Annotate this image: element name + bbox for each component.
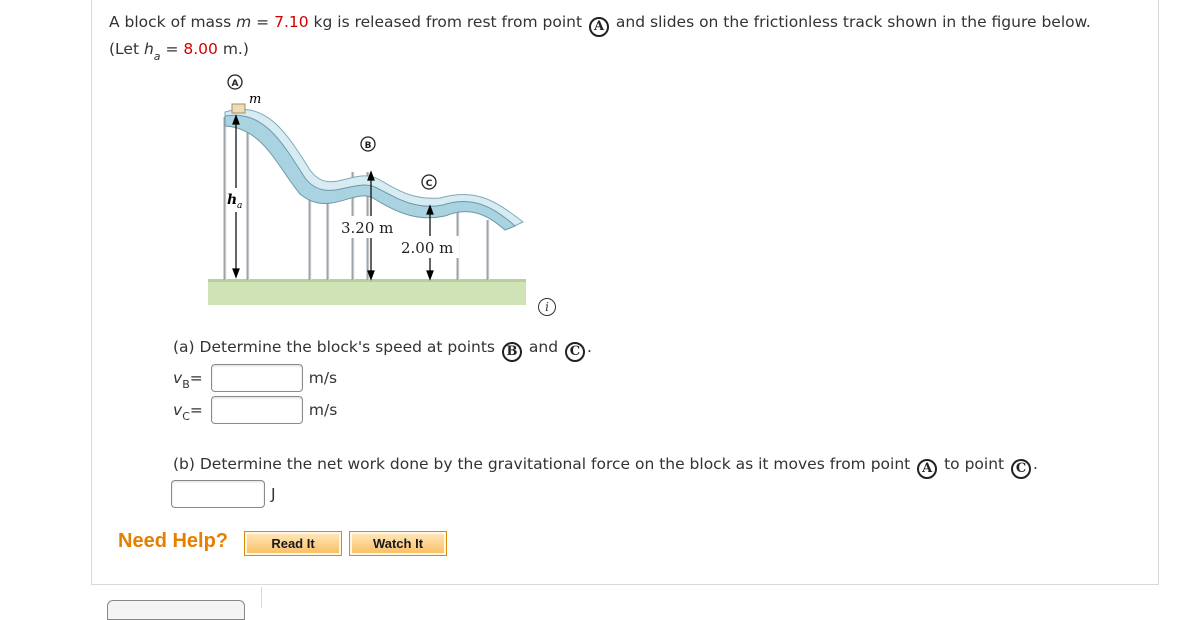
point-c-badge: C [564,342,585,362]
read-it-button[interactable]: Read It [244,531,342,556]
vc-subscript: C [182,409,190,423]
problem-text-segment: (Let [109,40,144,58]
need-help-label: Need Help? [118,530,229,552]
vb-subscript: B [182,377,190,391]
problem-text-segment: m.) [217,40,249,58]
problem-text-segment: kg is released from rest from point [308,13,587,31]
mass-value: 7.10 [274,13,309,31]
problem-statement: A block of mass m = 7.10 kg is released … [109,10,1149,63]
question-text-segment: and [523,338,563,356]
part-b-question: (b) Determine the net work done by the g… [173,455,1038,479]
problem-line-2: (Let ha = 8.00 m.) [109,37,1149,63]
point-c-badge: C [1011,459,1032,479]
height-subscript: a [153,50,161,63]
question-text-segment: (b) Determine the net work done by the g… [173,455,916,473]
vb-unit: m/s [308,369,338,387]
info-icon[interactable]: i [538,298,556,316]
vb-answer-row: vB = m/s [173,364,337,392]
work-unit: J [271,485,276,503]
figure-label-c: C [426,179,433,189]
part-a-question: (a) Determine the block's speed at point… [173,338,592,362]
problem-line-1: A block of mass m = 7.10 kg is released … [109,10,1149,37]
ground [208,281,526,305]
equals-sign: = [251,13,275,31]
submit-answer-button[interactable] [107,600,245,620]
divider [261,587,262,608]
point-a-badge: A [588,17,609,37]
track-front-surface [224,114,516,231]
equals-sign: = [189,401,203,419]
point-a-badge: A [917,459,938,479]
question-text-segment: . [586,338,592,356]
work-answer-row: J [171,480,276,508]
question-text-segment: (a) Determine the block's speed at point… [173,338,500,356]
vb-answer-input[interactable] [210,364,303,392]
mass-variable: m [236,13,252,31]
problem-text-segment: A block of mass [109,13,237,31]
ha-label: h [227,192,237,208]
height-variable: h [143,40,154,58]
watch-it-button[interactable]: Watch It [349,531,447,556]
vc-variable: v [173,401,183,419]
figure-label-b: B [365,141,372,151]
height-value: 8.00 [183,40,218,58]
track-figure: h a A m B C 3.20 m 2.00 m [208,74,526,305]
equals-sign: = [189,369,203,387]
vb-variable: v [173,369,183,387]
figure-label-m: m [249,92,261,107]
question-text-segment: to point [939,455,1010,473]
question-text-segment: . [1033,455,1038,473]
figure-label-a: A [232,79,239,89]
vc-answer-row: vC = m/s [173,396,337,424]
block [231,103,246,114]
vc-unit: m/s [308,401,338,419]
work-answer-input[interactable] [171,480,265,508]
b-height-label: 3.20 m [341,219,393,237]
problem-text-segment: and slides on the frictionless track sho… [610,13,1091,31]
c-height-label: 2.00 m [401,239,453,257]
equals-sign: = [160,40,184,58]
vc-answer-input[interactable] [210,396,303,424]
ha-label-subscript: a [237,201,242,211]
point-b-badge: B [501,342,522,362]
